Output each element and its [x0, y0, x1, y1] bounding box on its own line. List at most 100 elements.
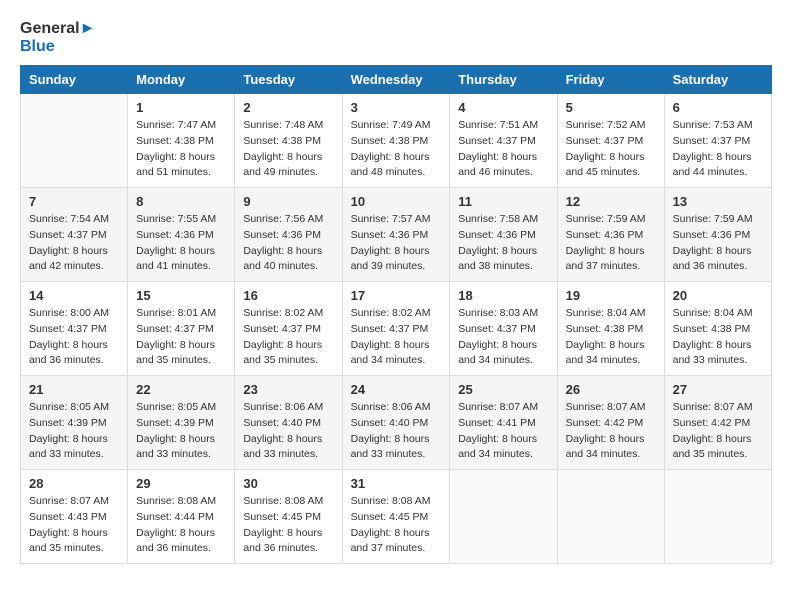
day-number: 12	[566, 194, 656, 209]
day-info: Sunrise: 8:07 AMSunset: 4:42 PMDaylight:…	[673, 400, 763, 463]
day-number: 23	[243, 382, 333, 397]
calendar-cell: 18Sunrise: 8:03 AMSunset: 4:37 PMDayligh…	[450, 282, 557, 376]
day-info: Sunrise: 7:49 AMSunset: 4:38 PMDaylight:…	[351, 118, 442, 181]
calendar-cell	[664, 470, 771, 564]
day-number: 31	[351, 476, 442, 491]
calendar-cell: 12 Sunrise: 7:59 AMSunset: 4:36 PMDayligh…	[557, 188, 664, 282]
calendar-cell: 26 Sunrise: 8:07 AMSunset: 4:42 PMDayligh…	[557, 376, 664, 470]
calendar-cell: 10 Sunrise: 7:57 AMSunset: 4:36 PMDayligh…	[342, 188, 450, 282]
header: General► Blue	[20, 20, 772, 55]
calendar-cell: 9 Sunrise: 7:56 AMSunset: 4:36 PMDaylight…	[235, 188, 342, 282]
day-info: Sunrise: 8:08 AMSunset: 4:45 PMDaylight:…	[243, 494, 333, 557]
calendar-cell: 19 Sunrise: 8:04 AMSunset: 4:38 PMDayligh…	[557, 282, 664, 376]
weekday-header-thursday: Thursday	[450, 66, 557, 94]
day-number: 10	[351, 194, 442, 209]
day-info: Sunrise: 7:59 AMSunset: 4:36 PMDaylight:…	[673, 212, 763, 275]
calendar-cell: 6 Sunrise: 7:53 AMSunset: 4:37 PMDaylight…	[664, 94, 771, 188]
day-info: Sunrise: 8:02 AMSunset: 4:37 PMDaylight:…	[351, 306, 442, 369]
calendar-cell: 13Sunrise: 7:59 AMSunset: 4:36 PMDayligh…	[664, 188, 771, 282]
logo: General► Blue	[20, 20, 95, 55]
weekday-header-friday: Friday	[557, 66, 664, 94]
weekday-header-sunday: Sunday	[21, 66, 128, 94]
day-number: 7	[29, 194, 119, 209]
calendar-week-2: 7 Sunrise: 7:54 AMSunset: 4:37 PMDaylight…	[21, 188, 772, 282]
day-number: 11	[458, 194, 548, 209]
calendar-cell: 23 Sunrise: 8:06 AMSunset: 4:40 PMDayligh…	[235, 376, 342, 470]
day-number: 9	[243, 194, 333, 209]
calendar-cell: 16Sunrise: 8:02 AMSunset: 4:37 PMDayligh…	[235, 282, 342, 376]
day-number: 29	[136, 476, 226, 491]
calendar-cell: 3 Sunrise: 7:49 AMSunset: 4:38 PMDaylight…	[342, 94, 450, 188]
day-number: 1	[136, 100, 226, 115]
calendar-cell: 22 Sunrise: 8:05 AMSunset: 4:39 PMDayligh…	[128, 376, 235, 470]
day-info: Sunrise: 8:04 AMSunset: 4:38 PMDaylight:…	[673, 306, 763, 369]
day-info: Sunrise: 7:52 AMSunset: 4:37 PMDaylight:…	[566, 118, 656, 181]
calendar-cell	[450, 470, 557, 564]
day-info: Sunrise: 7:59 AMSunset: 4:36 PMDaylight:…	[566, 212, 656, 275]
calendar-cell	[21, 94, 128, 188]
calendar-cell	[557, 470, 664, 564]
calendar-header-row: SundayMondayTuesdayWednesdayThursdayFrid…	[21, 66, 772, 94]
day-info: Sunrise: 8:05 AMSunset: 4:39 PMDaylight:…	[29, 400, 119, 463]
calendar-cell: 30 Sunrise: 8:08 AMSunset: 4:45 PMDayligh…	[235, 470, 342, 564]
calendar-cell: 31Sunrise: 8:08 AMSunset: 4:45 PMDayligh…	[342, 470, 450, 564]
day-number: 15	[136, 288, 226, 303]
calendar-cell: 15Sunrise: 8:01 AMSunset: 4:37 PMDayligh…	[128, 282, 235, 376]
logo-text: General► Blue	[20, 20, 95, 55]
day-number: 22	[136, 382, 226, 397]
weekday-header-saturday: Saturday	[664, 66, 771, 94]
day-info: Sunrise: 8:07 AMSunset: 4:42 PMDaylight:…	[566, 400, 656, 463]
calendar-cell: 7 Sunrise: 7:54 AMSunset: 4:37 PMDaylight…	[21, 188, 128, 282]
calendar-cell: 11Sunrise: 7:58 AMSunset: 4:36 PMDayligh…	[450, 188, 557, 282]
calendar-cell: 28Sunrise: 8:07 AMSunset: 4:43 PMDayligh…	[21, 470, 128, 564]
calendar-week-5: 28Sunrise: 8:07 AMSunset: 4:43 PMDayligh…	[21, 470, 772, 564]
day-info: Sunrise: 7:57 AMSunset: 4:36 PMDaylight:…	[351, 212, 442, 275]
day-number: 19	[566, 288, 656, 303]
day-info: Sunrise: 8:05 AMSunset: 4:39 PMDaylight:…	[136, 400, 226, 463]
day-info: Sunrise: 7:48 AMSunset: 4:38 PMDaylight:…	[243, 118, 333, 181]
day-info: Sunrise: 7:56 AMSunset: 4:36 PMDaylight:…	[243, 212, 333, 275]
calendar-cell: 5 Sunrise: 7:52 AMSunset: 4:37 PMDaylight…	[557, 94, 664, 188]
day-info: Sunrise: 8:06 AMSunset: 4:40 PMDaylight:…	[243, 400, 333, 463]
calendar-cell: 4 Sunrise: 7:51 AMSunset: 4:37 PMDaylight…	[450, 94, 557, 188]
day-number: 26	[566, 382, 656, 397]
calendar-cell: 1 Sunrise: 7:47 AMSunset: 4:38 PMDaylight…	[128, 94, 235, 188]
day-number: 18	[458, 288, 548, 303]
day-number: 6	[673, 100, 763, 115]
day-number: 2	[243, 100, 333, 115]
day-number: 17	[351, 288, 442, 303]
weekday-header-tuesday: Tuesday	[235, 66, 342, 94]
day-number: 20	[673, 288, 763, 303]
day-number: 24	[351, 382, 442, 397]
calendar-week-1: 1 Sunrise: 7:47 AMSunset: 4:38 PMDaylight…	[21, 94, 772, 188]
day-info: Sunrise: 8:04 AMSunset: 4:38 PMDaylight:…	[566, 306, 656, 369]
calendar-cell: 29 Sunrise: 8:08 AMSunset: 4:44 PMDayligh…	[128, 470, 235, 564]
calendar-cell: 21 Sunrise: 8:05 AMSunset: 4:39 PMDayligh…	[21, 376, 128, 470]
calendar-cell: 24 Sunrise: 8:06 AMSunset: 4:40 PMDayligh…	[342, 376, 450, 470]
weekday-header-monday: Monday	[128, 66, 235, 94]
day-number: 4	[458, 100, 548, 115]
day-info: Sunrise: 7:55 AMSunset: 4:36 PMDaylight:…	[136, 212, 226, 275]
day-info: Sunrise: 8:00 AMSunset: 4:37 PMDaylight:…	[29, 306, 119, 369]
day-number: 28	[29, 476, 119, 491]
day-info: Sunrise: 8:02 AMSunset: 4:37 PMDaylight:…	[243, 306, 333, 369]
weekday-header-wednesday: Wednesday	[342, 66, 450, 94]
day-info: Sunrise: 8:08 AMSunset: 4:44 PMDaylight:…	[136, 494, 226, 557]
day-info: Sunrise: 8:06 AMSunset: 4:40 PMDaylight:…	[351, 400, 442, 463]
day-info: Sunrise: 7:51 AMSunset: 4:37 PMDaylight:…	[458, 118, 548, 181]
day-info: Sunrise: 7:53 AMSunset: 4:37 PMDaylight:…	[673, 118, 763, 181]
day-number: 27	[673, 382, 763, 397]
day-number: 21	[29, 382, 119, 397]
day-number: 3	[351, 100, 442, 115]
day-info: Sunrise: 8:07 AMSunset: 4:41 PMDaylight:…	[458, 400, 548, 463]
day-info: Sunrise: 7:47 AMSunset: 4:38 PMDaylight:…	[136, 118, 226, 181]
day-number: 30	[243, 476, 333, 491]
day-number: 5	[566, 100, 656, 115]
day-info: Sunrise: 7:54 AMSunset: 4:37 PMDaylight:…	[29, 212, 119, 275]
day-number: 14	[29, 288, 119, 303]
day-number: 8	[136, 194, 226, 209]
calendar-cell: 2 Sunrise: 7:48 AMSunset: 4:38 PMDaylight…	[235, 94, 342, 188]
calendar-cell: 14 Sunrise: 8:00 AMSunset: 4:37 PMDayligh…	[21, 282, 128, 376]
calendar-cell: 17 Sunrise: 8:02 AMSunset: 4:37 PMDayligh…	[342, 282, 450, 376]
calendar-cell: 8 Sunrise: 7:55 AMSunset: 4:36 PMDaylight…	[128, 188, 235, 282]
